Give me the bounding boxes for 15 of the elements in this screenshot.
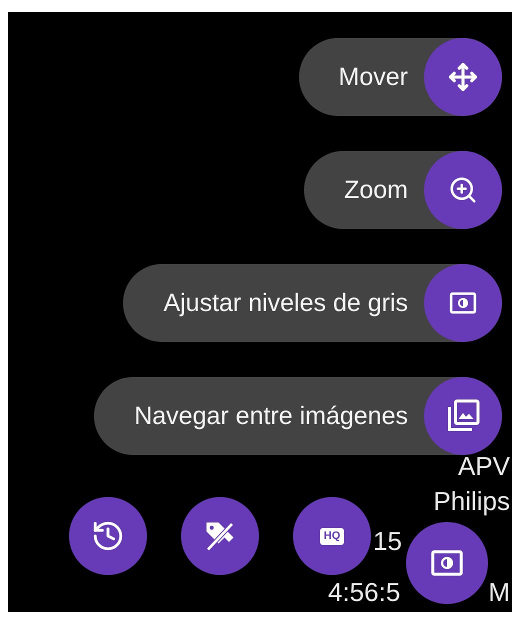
image-info-text: Philips — [433, 488, 510, 514]
image-info-text: 4:56:5 — [328, 579, 400, 605]
history-icon — [91, 519, 125, 553]
menu-action-button[interactable]: Ajustar niveles de gris — [123, 264, 502, 342]
move-icon — [448, 62, 478, 92]
menu-action-button[interactable]: Navegar entre imágenes — [94, 377, 502, 455]
menu-action-button[interactable]: Mover — [298, 38, 502, 116]
images-icon — [445, 398, 481, 434]
zoom-in-icon — [448, 175, 478, 205]
hq-icon: HQ — [320, 528, 344, 544]
image-info-text: M — [488, 579, 510, 605]
image-info-text: 15 — [373, 528, 402, 554]
menu-action-button[interactable]: Zoom — [304, 151, 502, 229]
tool-button[interactable]: HQ — [293, 497, 371, 575]
image-info-text: APV — [458, 453, 510, 479]
